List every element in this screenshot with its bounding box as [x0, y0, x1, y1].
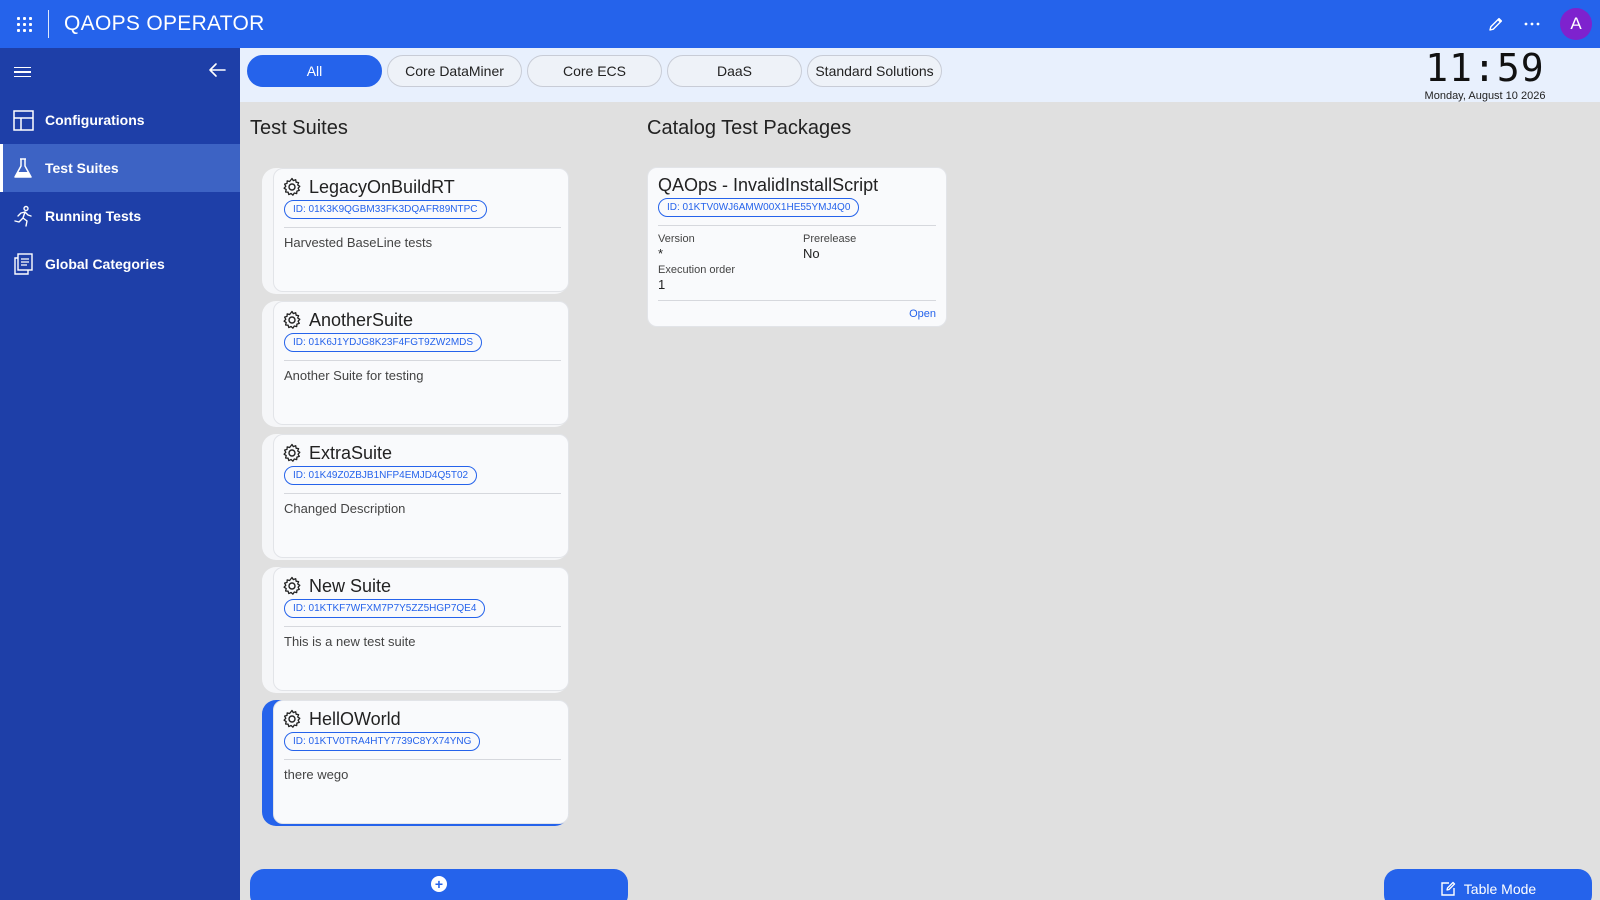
sidebar-item-test-suites[interactable]: Test Suites	[0, 144, 240, 192]
plus-circle-icon: +	[431, 876, 447, 892]
prerelease-label: Prerelease	[803, 233, 857, 245]
edit-table-icon	[1441, 881, 1455, 896]
execution-order-value: 1	[658, 277, 666, 292]
divider	[284, 493, 561, 494]
open-package-link[interactable]: Open	[909, 308, 936, 320]
version-value: *	[658, 246, 664, 261]
collapse-arrow-icon[interactable]	[208, 62, 226, 83]
avatar[interactable]: A	[1560, 8, 1592, 40]
divider	[284, 626, 561, 627]
edit-icon[interactable]	[1478, 6, 1514, 42]
running-icon	[12, 205, 34, 227]
hamburger-icon[interactable]	[14, 66, 34, 78]
sidebar-header	[0, 48, 240, 96]
prerelease-value: No	[803, 246, 820, 261]
suite-description: Changed Description	[284, 501, 406, 516]
sidebar-item-label: Test Suites	[45, 160, 119, 176]
suite-card-body[interactable]: New Suite ID: 01KTKF7WFXM7P7Y5ZZ5HGP7QE4…	[273, 567, 569, 691]
suite-card-body[interactable]: AnotherSuite ID: 01K6J1YDJG8K23F4FGT9ZW2…	[273, 301, 569, 425]
apps-icon[interactable]	[0, 0, 48, 48]
suite-card-body[interactable]: HellOWorld ID: 01KTV0TRA4HTY7739C8YX74YN…	[273, 700, 569, 824]
table-mode-button[interactable]: Table Mode	[1384, 869, 1592, 900]
flask-icon	[12, 157, 34, 179]
filter-bar: All Core DataMiner Core ECS DaaS Standar…	[240, 48, 1600, 102]
filter-chip-standard-solutions[interactable]: Standard Solutions	[807, 55, 942, 87]
package-card[interactable]: QAOps - InvalidInstallScript ID: 01KTV0W…	[647, 167, 947, 327]
catalog-packages-heading: Catalog Test Packages	[647, 117, 852, 139]
filter-chip-core-ecs[interactable]: Core ECS	[527, 55, 662, 87]
divider	[284, 227, 561, 228]
version-label: Version	[658, 233, 695, 245]
suite-card-body[interactable]: ExtraSuite ID: 01K49Z0ZBJB1NFP4EMJD4Q5T0…	[273, 434, 569, 558]
filter-chip-all[interactable]: All	[247, 55, 382, 87]
sidebar-item-label: Configurations	[45, 112, 145, 128]
sidebar-item-label: Global Categories	[45, 256, 165, 272]
top-bar: QAOPS OPERATOR A	[0, 0, 1600, 48]
suite-name: HellOWorld	[309, 708, 401, 729]
app-title: QAOPS OPERATOR	[64, 12, 265, 35]
gear-icon	[283, 177, 301, 196]
divider	[284, 360, 561, 361]
suite-id-badge: ID: 01KTV0TRA4HTY7739C8YX74YNG	[284, 732, 481, 751]
filter-chip-core-dataminer[interactable]: Core DataMiner	[387, 55, 522, 87]
table-mode-label: Table Mode	[1463, 881, 1537, 897]
execution-order-label: Execution order	[658, 264, 736, 276]
title-divider	[48, 10, 49, 38]
top-right-actions: A	[1478, 0, 1600, 48]
documents-icon	[12, 253, 34, 275]
clock-date: Monday, August 10 2026	[1424, 90, 1546, 102]
suite-name: AnotherSuite	[309, 309, 414, 330]
suite-id-badge: ID: 01K49Z0ZBJB1NFP4EMJD4Q5T02	[284, 466, 478, 485]
more-icon[interactable]	[1514, 6, 1550, 42]
divider	[658, 225, 936, 226]
sidebar-item-label: Running Tests	[45, 208, 142, 224]
package-id-badge: ID: 01KTV0WJ6AMW00X1HE55YMJ4Q0	[658, 198, 860, 217]
suite-description: Harvested BaseLine tests	[284, 235, 433, 250]
suite-description: This is a new test suite	[284, 634, 416, 649]
clock: 11:59 Monday, August 10 2026	[1420, 48, 1550, 102]
suite-name: ExtraSuite	[309, 442, 393, 463]
suite-description: Another Suite for testing	[284, 368, 424, 383]
category-filter-chips: All Core DataMiner Core ECS DaaS Standar…	[247, 55, 942, 87]
sidebar-item-configurations[interactable]: Configurations	[0, 96, 240, 144]
sidebar-item-running-tests[interactable]: Running Tests	[0, 192, 240, 240]
test-suites-heading: Test Suites	[250, 117, 348, 139]
gear-icon	[283, 443, 301, 462]
suite-card[interactable]: AnotherSuite ID: 01K6J1YDJG8K23F4FGT9ZW2…	[262, 301, 569, 427]
suite-id-badge: ID: 01K6J1YDJG8K23F4FGT9ZW2MDS	[284, 333, 483, 352]
sidebar: Configurations Test Suites Running Tests…	[0, 48, 240, 900]
gear-icon	[283, 709, 301, 728]
suite-card[interactable]: New Suite ID: 01KTKF7WFXM7P7Y5ZZ5HGP7QE4…	[262, 567, 569, 693]
gear-icon	[283, 310, 301, 329]
suite-card[interactable]: LegacyOnBuildRT ID: 01K3K9QGBM33FK3DQAFR…	[262, 168, 569, 294]
suite-name: New Suite	[309, 575, 392, 596]
suite-description: there wego	[284, 767, 349, 782]
suite-card[interactable]: ExtraSuite ID: 01K49Z0ZBJB1NFP4EMJD4Q5T0…	[262, 434, 569, 560]
suite-id-badge: ID: 01KTKF7WFXM7P7Y5ZZ5HGP7QE4	[284, 599, 486, 618]
sidebar-item-global-categories[interactable]: Global Categories	[0, 240, 240, 288]
suite-id-badge: ID: 01K3K9QGBM33FK3DQAFR89NTPC	[284, 200, 487, 219]
divider	[658, 300, 936, 301]
suite-name: LegacyOnBuildRT	[309, 176, 455, 197]
layout-icon	[12, 109, 34, 131]
add-suite-button[interactable]: +	[250, 869, 628, 900]
divider	[284, 759, 561, 760]
clock-time: 11:59	[1425, 46, 1545, 90]
package-metadata: Version * Prerelease No Execution order …	[658, 233, 936, 292]
gear-icon	[283, 576, 301, 595]
suite-card-selected[interactable]: HellOWorld ID: 01KTV0TRA4HTY7739C8YX74YN…	[262, 700, 569, 826]
package-name: QAOps - InvalidInstallScript	[658, 175, 879, 195]
suite-card-body[interactable]: LegacyOnBuildRT ID: 01K3K9QGBM33FK3DQAFR…	[273, 168, 569, 292]
filter-chip-daas[interactable]: DaaS	[667, 55, 802, 87]
